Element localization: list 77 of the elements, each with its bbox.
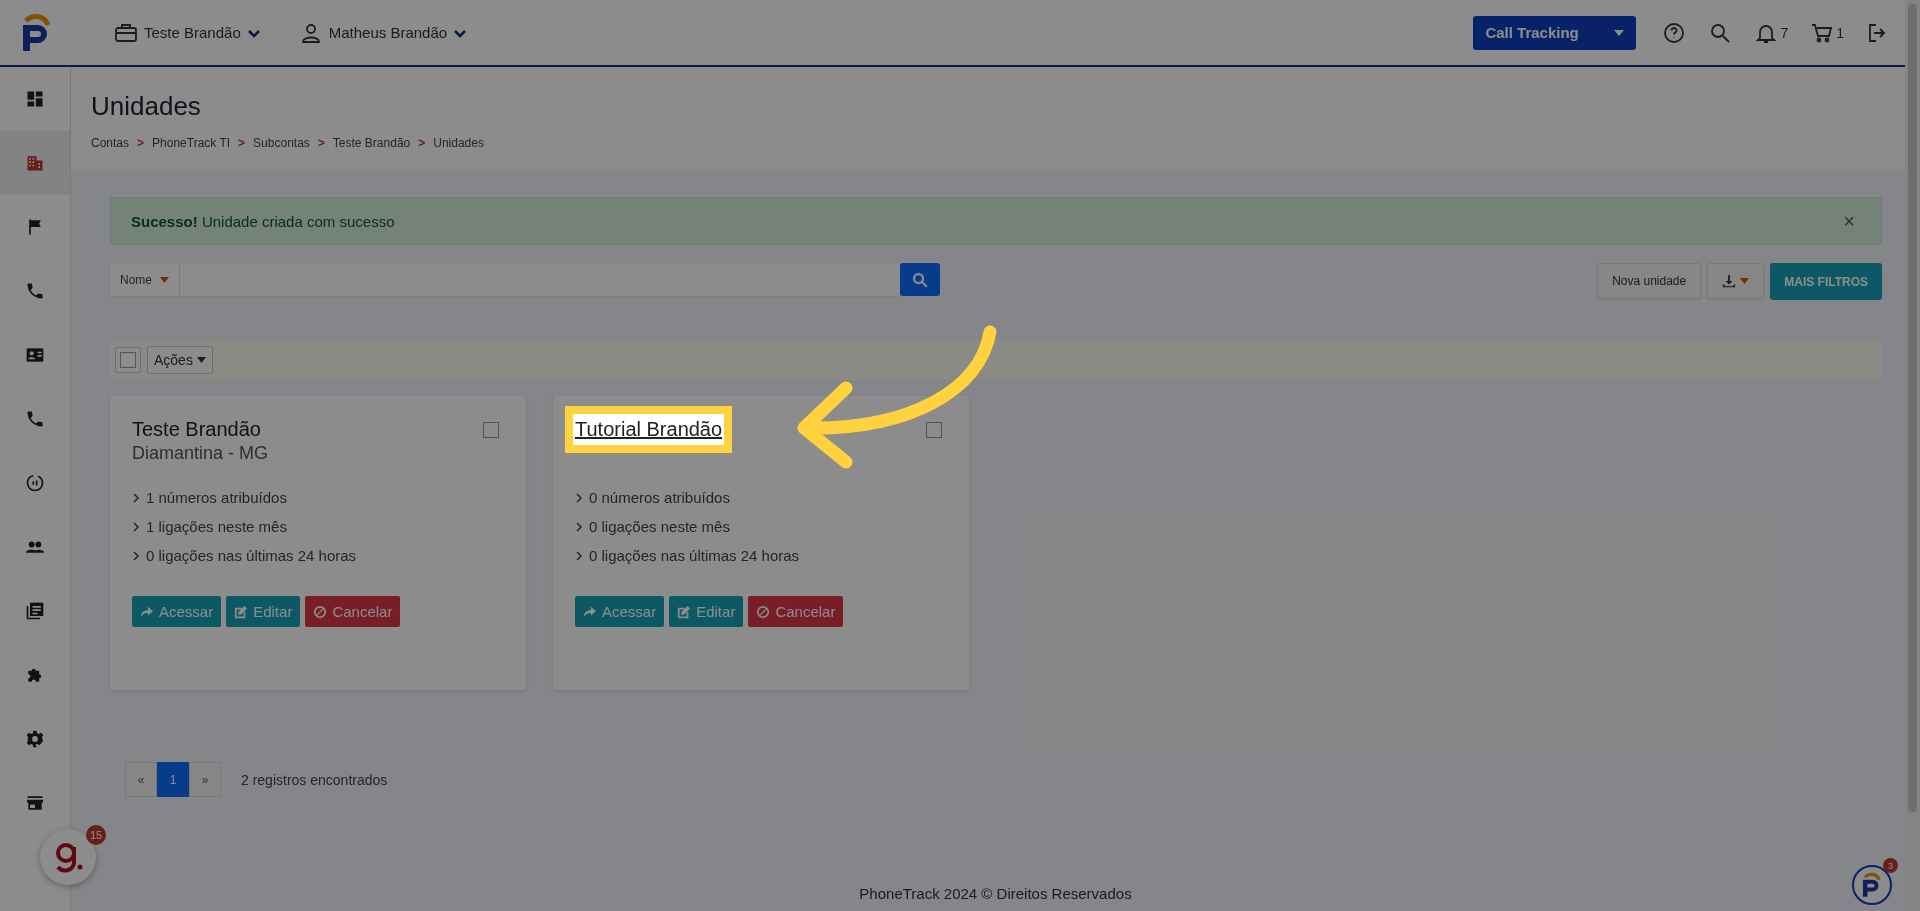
breadcrumb-link[interactable]: Contas <box>91 136 130 150</box>
chevron-icon <box>132 550 140 561</box>
contact-card-icon <box>25 345 45 365</box>
chevron-icon <box>132 492 140 503</box>
breadcrumb-separator: > <box>238 136 246 150</box>
access-button[interactable]: Acessar <box>132 596 222 627</box>
download-button[interactable] <box>1707 263 1765 299</box>
search-field[interactable]: Nome <box>110 263 900 296</box>
breadcrumb-separator: > <box>317 136 325 150</box>
breadcrumb-link[interactable]: PhoneTrack TI <box>152 136 231 150</box>
phone-icon <box>25 281 45 301</box>
filter-select[interactable]: Nome <box>110 263 180 296</box>
share-arrow-icon <box>583 604 597 619</box>
breadcrumb-separator: > <box>418 136 426 150</box>
cancel-button[interactable]: Cancelar <box>748 596 844 627</box>
actions-dropdown[interactable]: Ações <box>147 346 213 374</box>
stat-text: 1 números atribuídos <box>146 489 287 506</box>
card-checkbox[interactable] <box>926 422 942 438</box>
notification-count: 7 <box>1780 24 1789 41</box>
record-count: 2 registros encontrados <box>241 771 388 788</box>
select-all-checkbox[interactable] <box>115 347 141 373</box>
store-icon <box>25 793 45 813</box>
caret-icon <box>160 276 169 283</box>
notification-badge: 3 <box>1883 858 1898 873</box>
edit-button[interactable]: Editar <box>226 596 301 627</box>
unit-location: Diamantina - MG <box>132 443 269 463</box>
chevron-icon <box>575 492 583 503</box>
stat-text: 0 números atribuídos <box>589 489 730 506</box>
dashboard-icon <box>25 89 45 109</box>
building-icon <box>25 153 45 173</box>
unit-title[interactable]: Teste Brandão <box>132 418 261 441</box>
more-filters-button[interactable]: MAIS FILTROS <box>1770 263 1882 300</box>
page-button[interactable]: » <box>189 762 221 797</box>
edit-icon <box>677 604 692 619</box>
chevron-icon <box>575 521 583 532</box>
cart-count: 1 <box>1836 24 1844 41</box>
sidebar-item[interactable] <box>0 131 70 195</box>
breadcrumb-link[interactable]: Unidades <box>433 136 484 150</box>
ban-icon <box>756 604 771 619</box>
page-button[interactable]: « <box>125 762 157 797</box>
caret-icon <box>1614 29 1625 36</box>
product-select[interactable]: Call Tracking <box>1473 15 1637 50</box>
stat-text: 0 ligações neste mês <box>589 518 730 535</box>
close-button[interactable]: × <box>1837 208 1861 234</box>
phone-icon <box>25 409 45 429</box>
page-title: Unidades <box>91 91 202 122</box>
stat-text: 0 ligações nas últimas 24 horas <box>146 547 357 564</box>
target-icon <box>25 473 45 493</box>
new-unit-button[interactable]: Nova unidade <box>1597 263 1702 299</box>
page-button[interactable]: 1 <box>157 762 189 797</box>
notification-badge: 15 <box>86 825 106 845</box>
card-checkbox[interactable] <box>483 422 499 438</box>
edit-button[interactable]: Editar <box>669 596 744 627</box>
ban-icon <box>313 604 328 619</box>
download-icon <box>1722 274 1737 288</box>
cancel-button[interactable]: Cancelar <box>305 596 401 627</box>
caret-icon <box>196 357 206 363</box>
library-icon <box>25 601 45 621</box>
breadcrumb-link[interactable]: Teste Brandão <box>332 136 411 150</box>
account-menu[interactable]: Teste Brandão <box>144 24 241 41</box>
breadcrumb-separator: > <box>137 136 145 150</box>
stat-text: 1 ligações neste mês <box>146 518 287 535</box>
search-button[interactable] <box>900 263 940 296</box>
help-icon[interactable] <box>1662 20 1687 45</box>
caret-icon <box>1740 278 1750 284</box>
access-button[interactable]: Acessar <box>575 596 665 627</box>
alert-message: Sucesso! Unidade criada com sucesso <box>131 212 396 230</box>
chevron-icon <box>132 521 140 532</box>
search-icon <box>911 270 929 289</box>
breadcrumb-link[interactable]: Subcontas <box>253 136 310 150</box>
share-arrow-icon <box>140 604 154 619</box>
user-menu[interactable]: Matheus Brandão <box>328 24 448 41</box>
edit-icon <box>234 604 249 619</box>
stat-text: 0 ligações nas últimas 24 horas <box>589 547 800 564</box>
settings-icon <box>25 729 45 749</box>
footer-text: PhoneTrack 2024 © Direitos Reservados <box>859 885 1132 902</box>
chevron-icon <box>575 550 583 561</box>
